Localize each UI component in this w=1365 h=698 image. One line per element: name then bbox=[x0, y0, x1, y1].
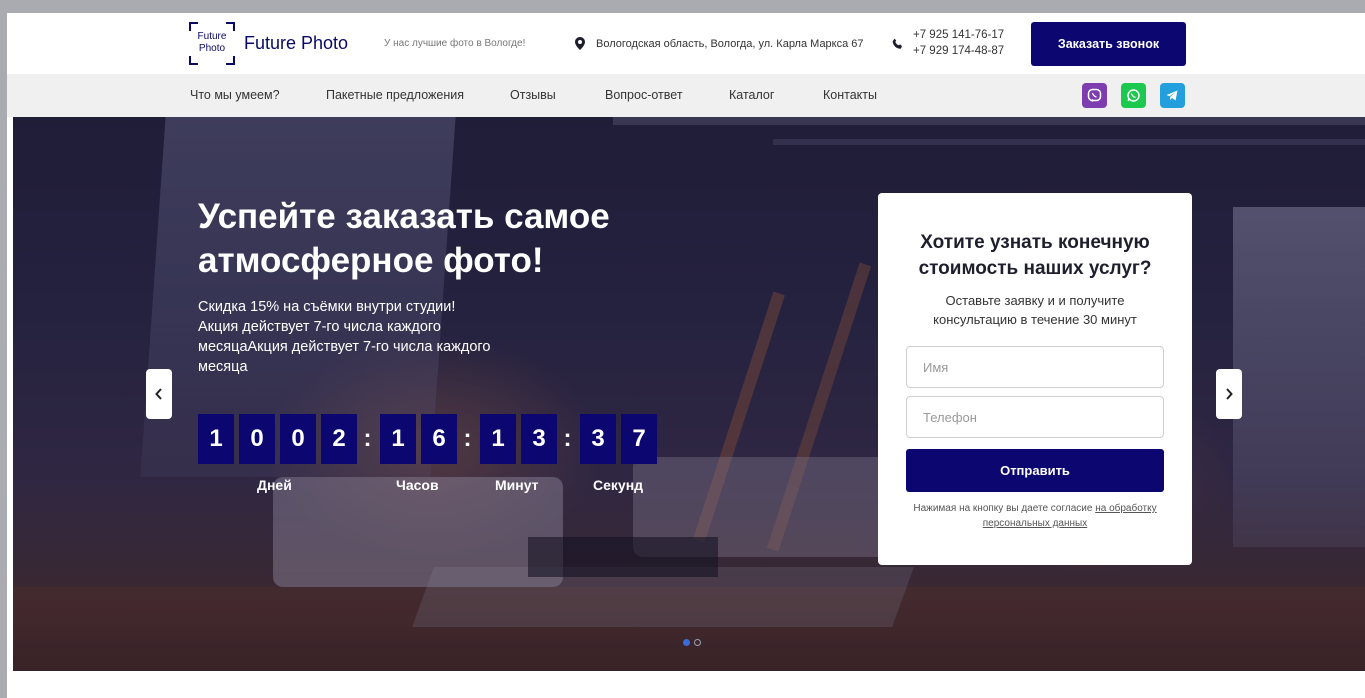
countdown-separator: : bbox=[563, 425, 572, 452]
countdown-digit: 3 bbox=[521, 414, 557, 464]
logo[interactable]: Future Photo bbox=[189, 22, 235, 65]
countdown-digit: 1 bbox=[480, 414, 516, 464]
nav-item-skills[interactable]: Что мы умеем? bbox=[190, 88, 280, 102]
consent-note: Нажимая на кнопку вы даете согласие на о… bbox=[906, 501, 1164, 531]
nav-item-reviews[interactable]: Отзывы bbox=[510, 88, 556, 102]
brand-name[interactable]: Future Photo bbox=[244, 33, 348, 54]
countdown-label-minutes: Минут bbox=[495, 477, 539, 493]
countdown-label-seconds: Секунд bbox=[593, 477, 644, 493]
countdown-digit: 2 bbox=[321, 414, 357, 464]
slider-dot-active[interactable] bbox=[683, 639, 690, 646]
hero-title: Успейте заказать самое атмосферное фото! bbox=[198, 197, 610, 280]
whatsapp-icon[interactable] bbox=[1121, 83, 1146, 108]
countdown-digit: 1 bbox=[380, 414, 416, 464]
logo-corner bbox=[226, 22, 235, 31]
logo-text-line2: Photo bbox=[198, 43, 226, 54]
countdown-label-hours: Часов bbox=[396, 477, 439, 493]
site-header: Future Photo Future Photo У нас лучшие ф… bbox=[7, 13, 1365, 74]
countdown: 1 0 0 2 : 1 6 : 1 3 : 3 7 bbox=[198, 414, 662, 464]
name-input[interactable]: Имя bbox=[906, 346, 1164, 388]
slogan: У нас лучшие фото в Вологде! bbox=[384, 38, 526, 49]
location-pin-icon bbox=[575, 37, 585, 50]
submit-button[interactable]: Отправить bbox=[906, 449, 1164, 492]
hero-lead: Скидка 15% на съёмки внутри студии! Акци… bbox=[198, 299, 491, 375]
countdown-digit: 3 bbox=[580, 414, 616, 464]
nav-item-catalog[interactable]: Каталог bbox=[729, 88, 774, 102]
logo-text-line1: Future bbox=[197, 31, 227, 42]
slider-dots bbox=[683, 639, 705, 646]
hero-slider: Успейте заказать самое атмосферное фото!… bbox=[13, 117, 1365, 671]
form-title: Хотите узнать конечную стоимость наших у… bbox=[918, 232, 1152, 279]
slider-next-button[interactable] bbox=[1216, 369, 1242, 419]
phone-number-2[interactable]: +7 929 174-48-87 bbox=[913, 43, 1004, 59]
request-form: Хотите узнать конечную стоимость наших у… bbox=[878, 193, 1192, 565]
telegram-icon[interactable] bbox=[1160, 83, 1185, 108]
countdown-digit: 0 bbox=[239, 414, 275, 464]
nav-item-contacts[interactable]: Контакты bbox=[823, 88, 877, 102]
viber-icon[interactable] bbox=[1082, 83, 1107, 108]
window-edge bbox=[0, 0, 7, 698]
consent-text: Нажимая на кнопку вы даете согласие bbox=[913, 503, 1096, 514]
address: Вологодская область, Вологда, ул. Карла … bbox=[596, 38, 864, 50]
logo-corner bbox=[226, 56, 235, 65]
order-call-button[interactable]: Заказать звонок bbox=[1031, 22, 1186, 66]
main-nav: Что мы умеем? Пакетные предложения Отзыв… bbox=[7, 74, 1365, 117]
countdown-separator: : bbox=[463, 425, 472, 452]
form-subtitle: Оставьте заявку и и получите консультаци… bbox=[933, 293, 1137, 327]
logo-corner bbox=[189, 56, 198, 65]
countdown-digit: 0 bbox=[280, 414, 316, 464]
countdown-separator: : bbox=[363, 425, 372, 452]
countdown-digit: 7 bbox=[621, 414, 657, 464]
logo-corner bbox=[189, 22, 198, 31]
chevron-left-icon bbox=[155, 388, 162, 400]
chevron-right-icon bbox=[1226, 388, 1233, 400]
countdown-digit: 6 bbox=[421, 414, 457, 464]
phone-input[interactable]: Телефон bbox=[906, 396, 1164, 438]
phone-number-1[interactable]: +7 925 141-76-17 bbox=[913, 27, 1004, 43]
phone-numbers: +7 925 141-76-17 +7 929 174-48-87 bbox=[913, 27, 1004, 59]
slider-prev-button[interactable] bbox=[146, 369, 172, 419]
nav-item-faq[interactable]: Вопрос-ответ bbox=[605, 88, 683, 102]
phone-icon bbox=[892, 38, 902, 49]
countdown-digit: 1 bbox=[198, 414, 234, 464]
slider-dot[interactable] bbox=[694, 639, 701, 646]
page: Future Photo Future Photo У нас лучшие ф… bbox=[7, 13, 1365, 698]
countdown-label-days: Дней bbox=[257, 477, 292, 493]
nav-item-packages[interactable]: Пакетные предложения bbox=[326, 88, 464, 102]
page-continuation bbox=[7, 671, 1365, 698]
